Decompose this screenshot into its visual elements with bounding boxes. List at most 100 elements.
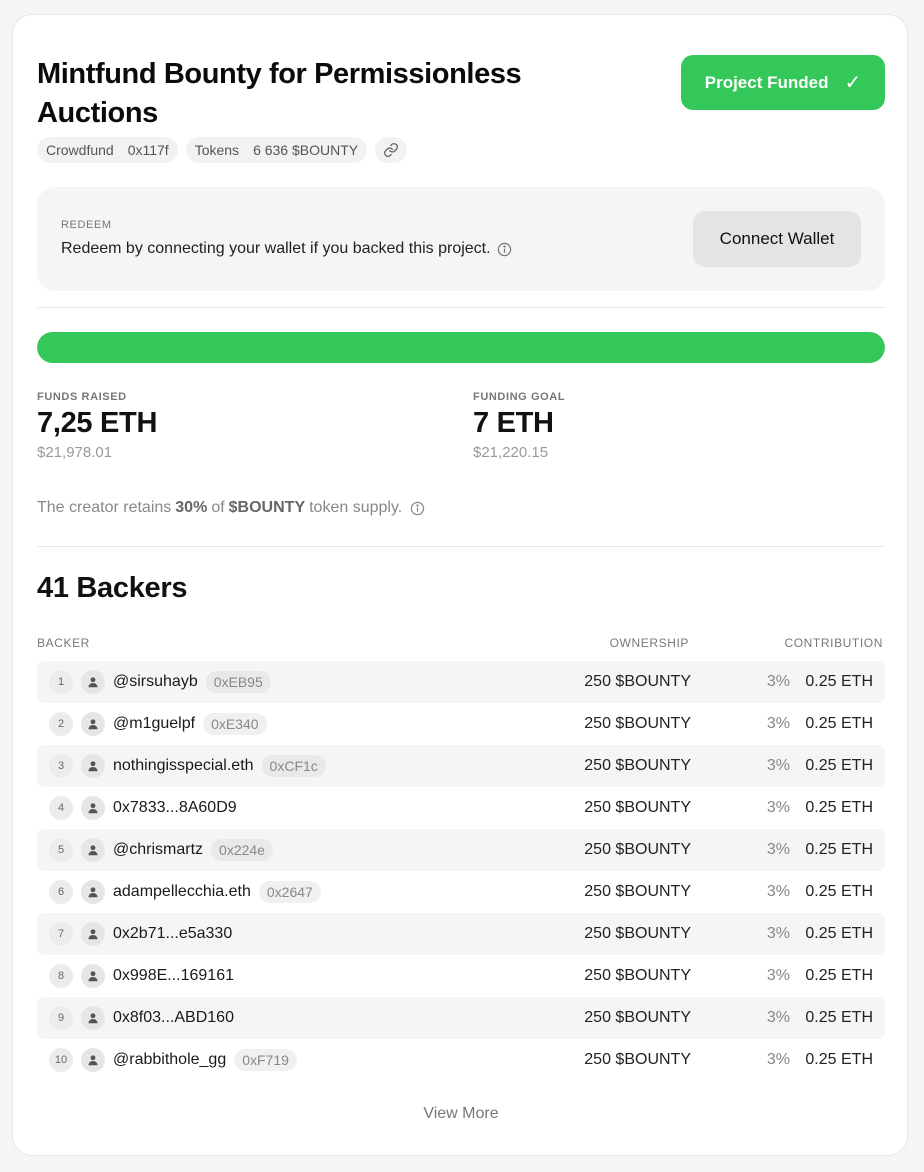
column-header-contribution: CONTRIBUTION [784, 636, 883, 650]
backer-name[interactable]: 0x8f03...ABD160 [113, 1009, 234, 1027]
project-funded-button[interactable]: Project Funded ✓ [681, 55, 885, 110]
crowdfund-chip[interactable]: Crowdfund 0x117f [37, 137, 178, 163]
rank-badge: 9 [49, 1006, 73, 1030]
backer-handle: @rabbithole_gg [113, 1051, 227, 1068]
crowdfund-type: Crowdfund [46, 142, 114, 158]
project-meta-chips: Crowdfund 0x117f Tokens 6 636 $BOUNTY [37, 137, 408, 163]
backer-contribution: 0.25 ETH [805, 967, 873, 984]
redeem-label: REDEEM [61, 219, 112, 231]
backer-name[interactable]: @m1guelpf 0xE340 [113, 713, 267, 735]
backer-name[interactable]: @rabbithole_gg 0xF719 [113, 1049, 297, 1071]
backer-ownership: 250 $BOUNTY [584, 1051, 691, 1068]
funding-goal: FUNDING GOAL 7 ETH $21,220.15 [473, 391, 565, 461]
info-icon[interactable] [410, 501, 425, 516]
copy-link-button[interactable] [375, 137, 408, 163]
table-row[interactable]: 5 @chrismartz 0x224e 250 $BOUNTY 3% 0.25… [37, 829, 885, 871]
table-row[interactable]: 10 @rabbithole_gg 0xF719 250 $BOUNTY 3% … [37, 1039, 885, 1081]
backer-handle: @sirsuhayb [113, 673, 198, 690]
backers-title: 41 Backers [37, 572, 188, 604]
user-icon [88, 761, 98, 772]
backer-handle: nothingisspecial.eth [113, 757, 254, 774]
user-icon [88, 845, 98, 856]
backer-contribution: 0.25 ETH [805, 757, 873, 774]
table-row[interactable]: 9 0x8f03...ABD160 250 $BOUNTY 3% 0.25 ET… [37, 997, 885, 1039]
table-row[interactable]: 8 0x998E...169161 250 $BOUNTY 3% 0.25 ET… [37, 955, 885, 997]
backer-name[interactable]: @sirsuhayb 0xEB95 [113, 671, 271, 693]
user-icon [88, 719, 98, 730]
backer-handle: 0x998E...169161 [113, 967, 234, 984]
backer-handle: @chrismartz [113, 841, 204, 858]
backer-contribution: 0.25 ETH [805, 1051, 873, 1068]
crowdfund-address: 0x117f [127, 142, 169, 158]
rank-badge: 6 [49, 880, 73, 904]
table-row[interactable]: 4 0x7833...8A60D9 250 $BOUNTY 3% 0.25 ET… [37, 787, 885, 829]
backer-ownership-pct: 3% [766, 925, 790, 942]
view-more-button[interactable]: View More [13, 1105, 909, 1123]
redeem-description: Redeem by connecting your wallet if you … [61, 240, 512, 258]
redeem-panel: REDEEM Redeem by connecting your wallet … [37, 187, 885, 291]
backer-name[interactable]: 0x2b71...e5a330 [113, 925, 232, 943]
table-row[interactable]: 3 nothingisspecial.eth 0xCF1c 250 $BOUNT… [37, 745, 885, 787]
funds-raised-usd: $21,978.01 [37, 444, 113, 461]
backer-address: 0x2647 [258, 881, 321, 903]
funding-progress-fill [37, 332, 885, 363]
rank-badge: 4 [49, 796, 73, 820]
backer-ownership: 250 $BOUNTY [584, 715, 691, 732]
divider [37, 546, 885, 547]
avatar [81, 964, 105, 988]
backer-contribution: 0.25 ETH [805, 673, 873, 690]
backer-name[interactable]: 0x7833...8A60D9 [113, 799, 237, 817]
avatar [81, 1006, 105, 1030]
user-icon [88, 803, 98, 814]
backer-contribution: 0.25 ETH [805, 1009, 873, 1026]
avatar [81, 880, 105, 904]
info-icon[interactable] [497, 242, 512, 257]
tokens-value: 6 636 $BOUNTY [253, 142, 359, 158]
table-row[interactable]: 2 @m1guelpf 0xE340 250 $BOUNTY 3% 0.25 E… [37, 703, 885, 745]
backer-ownership-pct: 3% [766, 967, 790, 984]
funding-goal-label: FUNDING GOAL [473, 391, 566, 403]
table-row[interactable]: 1 @sirsuhayb 0xEB95 250 $BOUNTY 3% 0.25 … [37, 661, 885, 703]
table-row[interactable]: 6 adampellecchia.eth 0x2647 250 $BOUNTY … [37, 871, 885, 913]
funds-raised-value: 7,25 ETH [37, 407, 158, 439]
funds-raised: FUNDS RAISED 7,25 ETH $21,978.01 [37, 391, 157, 461]
backer-name[interactable]: @chrismartz 0x224e [113, 839, 273, 861]
funding-goal-usd: $21,220.15 [473, 444, 549, 461]
avatar [81, 670, 105, 694]
retain-pct: 30% [175, 499, 208, 516]
user-icon [88, 677, 98, 688]
tokens-label: Tokens [194, 142, 240, 158]
rank-badge: 7 [49, 922, 73, 946]
backer-ownership: 250 $BOUNTY [584, 883, 691, 900]
retain-token: $BOUNTY [228, 499, 306, 516]
rank-badge: 10 [49, 1048, 73, 1072]
backer-name[interactable]: 0x998E...169161 [113, 967, 234, 985]
backer-ownership: 250 $BOUNTY [584, 673, 691, 690]
backer-address: 0xE340 [203, 713, 267, 735]
backer-name[interactable]: adampellecchia.eth 0x2647 [113, 881, 321, 903]
backer-name[interactable]: nothingisspecial.eth 0xCF1c [113, 755, 326, 777]
rank-badge: 5 [49, 838, 73, 862]
backer-address: 0xF719 [234, 1049, 297, 1071]
connect-wallet-button[interactable]: Connect Wallet [693, 211, 861, 267]
backer-ownership: 250 $BOUNTY [584, 967, 691, 984]
backer-ownership: 250 $BOUNTY [584, 925, 691, 942]
creator-retain-note: The creator retains 30% of $BOUNTY token… [37, 499, 425, 517]
backer-address: 0xEB95 [205, 671, 271, 693]
user-icon [88, 1055, 98, 1066]
avatar [81, 712, 105, 736]
redeem-text: Redeem by connecting your wallet if you … [61, 240, 491, 257]
backer-handle: 0x8f03...ABD160 [113, 1009, 234, 1026]
rank-badge: 3 [49, 754, 73, 778]
avatar [81, 796, 105, 820]
backer-contribution: 0.25 ETH [805, 925, 873, 942]
backer-handle: adampellecchia.eth [113, 883, 251, 900]
link-icon [384, 143, 399, 157]
project-funded-label: Project Funded [704, 72, 829, 92]
divider [37, 307, 885, 308]
table-row[interactable]: 7 0x2b71...e5a330 250 $BOUNTY 3% 0.25 ET… [37, 913, 885, 955]
rank-badge: 1 [49, 670, 73, 694]
column-header-ownership: OWNERSHIP [609, 636, 689, 650]
retain-of: of [211, 499, 225, 516]
tokens-chip[interactable]: Tokens 6 636 $BOUNTY [185, 137, 368, 163]
